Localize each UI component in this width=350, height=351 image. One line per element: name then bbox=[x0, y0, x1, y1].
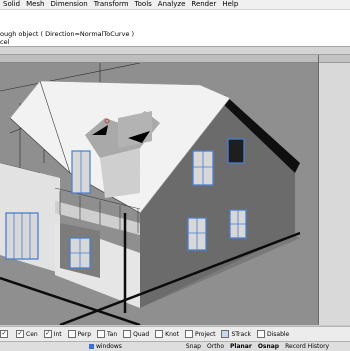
menu-analyze[interactable]: Analyze bbox=[155, 0, 189, 9]
osnap-knot[interactable]: Knot bbox=[155, 330, 179, 338]
command-history[interactable]: ough object ( Direction=NormalToCurve ) … bbox=[0, 10, 350, 47]
osnap-quad[interactable]: Quad bbox=[123, 330, 149, 338]
status-layer[interactable]: windows bbox=[86, 343, 125, 350]
menu-render[interactable]: Render bbox=[188, 0, 219, 9]
osnap-checkbox[interactable] bbox=[155, 330, 164, 338]
osnap-checkbox[interactable] bbox=[123, 330, 132, 338]
window-selected bbox=[227, 138, 245, 164]
viewport-frame bbox=[0, 55, 319, 325]
layer-color-icon bbox=[89, 344, 94, 349]
osnap-checkbox[interactable] bbox=[221, 330, 230, 338]
osnap-disable[interactable]: Disable bbox=[256, 330, 289, 338]
house-model-view bbox=[0, 63, 301, 325]
menu-help[interactable]: Help bbox=[219, 0, 241, 9]
toolbar bbox=[0, 47, 350, 55]
osnap-checkbox[interactable] bbox=[256, 330, 265, 338]
osnap-checkbox[interactable] bbox=[97, 330, 105, 338]
status-osnap[interactable]: Osnap bbox=[255, 343, 282, 350]
menu-transform[interactable]: Transform bbox=[91, 0, 132, 9]
menu-solid[interactable]: Solid bbox=[0, 0, 23, 9]
osnap-perp[interactable]: Perp bbox=[67, 330, 91, 338]
menu-tools[interactable]: Tools bbox=[132, 0, 155, 9]
status-snap[interactable]: Snap bbox=[183, 343, 204, 350]
osnap-int[interactable]: ✓ Int bbox=[43, 330, 62, 338]
status-planar[interactable]: Planar bbox=[227, 343, 255, 350]
panel-tab[interactable] bbox=[319, 55, 350, 63]
osnap-checkbox[interactable]: ✓ bbox=[16, 330, 24, 338]
viewport-title-bar[interactable] bbox=[0, 55, 318, 63]
osnap-checkbox[interactable]: ✓ bbox=[43, 330, 52, 338]
menu-bar: Solid Mesh Dimension Transform Tools Ana… bbox=[0, 0, 350, 10]
osnap-checkbox[interactable] bbox=[67, 330, 76, 338]
osnap-strack[interactable]: STrack bbox=[221, 330, 251, 338]
osnap-bar: ✓ ✓ Cen ✓ Int Perp Tan Quad Knot Project… bbox=[0, 326, 350, 341]
perspective-viewport[interactable] bbox=[0, 63, 318, 325]
osnap-checkbox[interactable]: ✓ bbox=[0, 330, 8, 338]
command-prompt-line: cel bbox=[0, 38, 10, 46]
command-history-line: ough object ( Direction=NormalToCurve ) bbox=[0, 30, 135, 38]
menu-dimension[interactable]: Dimension bbox=[48, 0, 91, 9]
osnap-cen[interactable]: ✓ Cen bbox=[16, 330, 38, 338]
menu-mesh[interactable]: Mesh bbox=[23, 0, 47, 9]
osnap-checkbox[interactable] bbox=[184, 330, 193, 338]
status-ortho[interactable]: Ortho bbox=[204, 343, 227, 350]
osnap-project[interactable]: Project bbox=[184, 330, 215, 338]
osnap-tan[interactable]: Tan bbox=[97, 330, 117, 338]
status-record-history[interactable]: Record History bbox=[282, 343, 332, 350]
properties-panel[interactable] bbox=[319, 55, 350, 325]
osnap-item[interactable]: ✓ bbox=[0, 330, 10, 338]
